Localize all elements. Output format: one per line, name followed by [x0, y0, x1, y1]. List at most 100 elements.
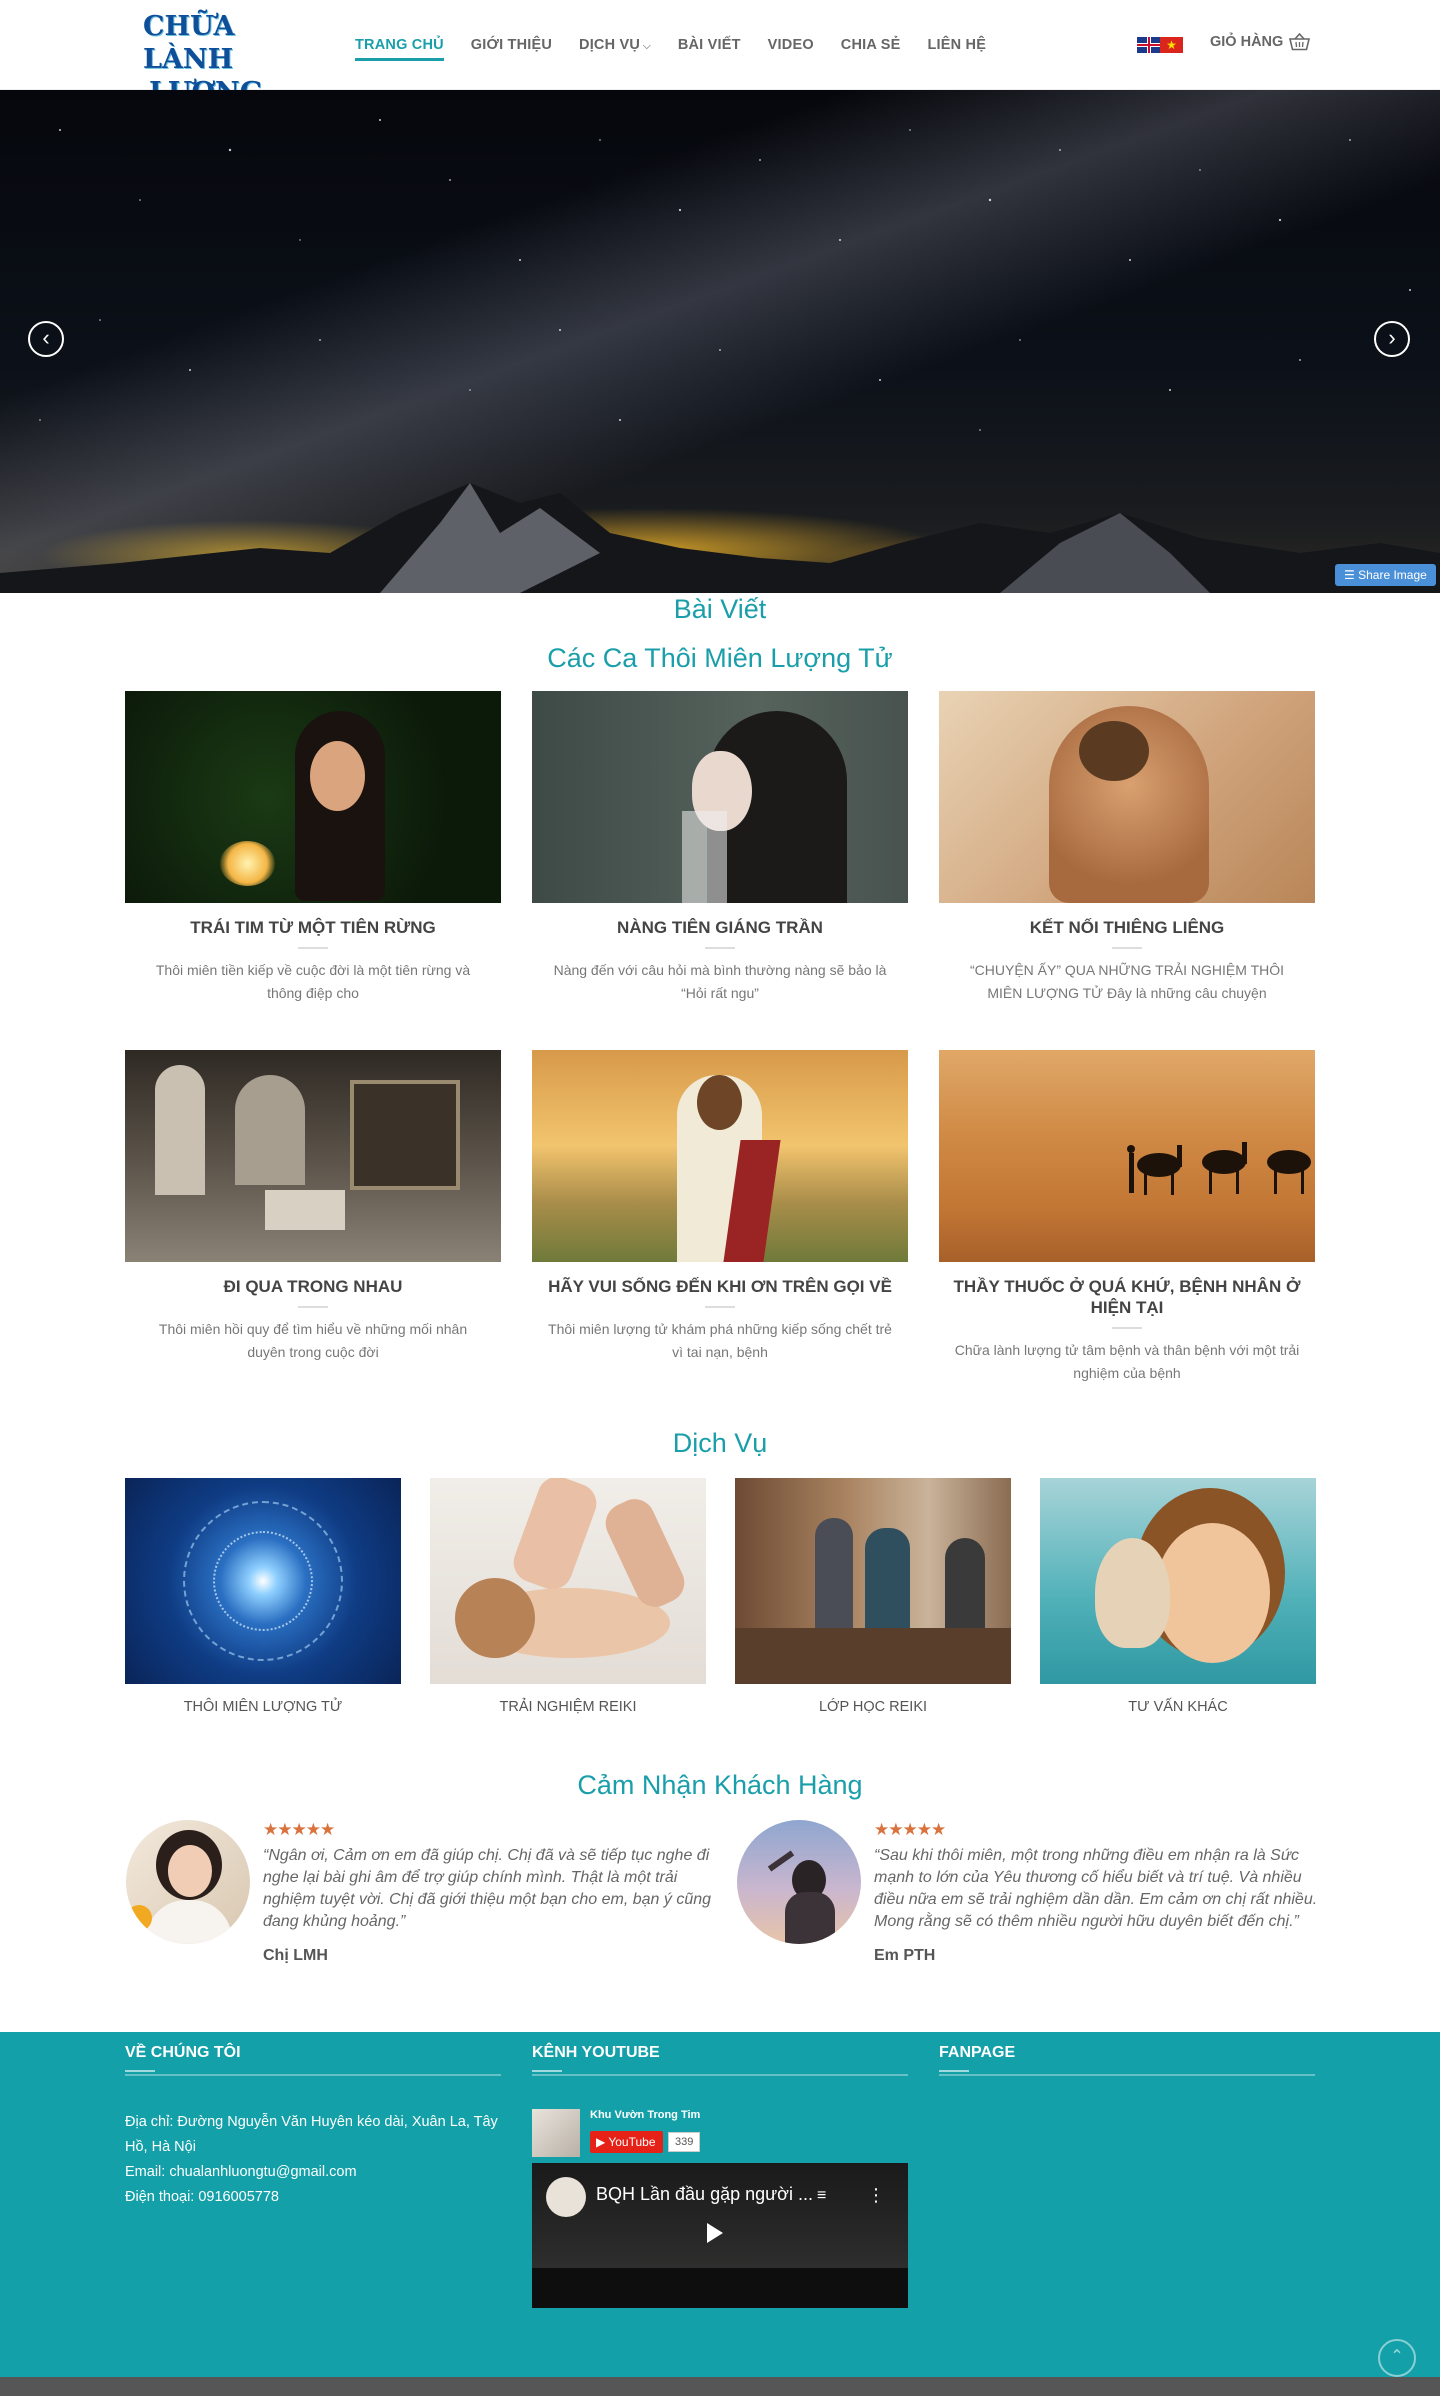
- youtube-video-embed[interactable]: BQH Lần đầu gặp người ... ≡ ⋮: [532, 2163, 908, 2308]
- chevron-left-icon[interactable]: ‹: [28, 321, 64, 357]
- site-header: CHỮA LÀNH LƯỢNG TỬ TRANG CHỦ GIỚI THIỆU …: [0, 0, 1440, 141]
- basket-icon: [1289, 33, 1311, 51]
- post-card[interactable]: TRÁI TIM TỪ MỘT TIÊN RỪNG Thôi miên tiền…: [125, 691, 501, 1005]
- post-excerpt: Thôi miên hồi quy để tìm hiểu về những m…: [158, 1321, 468, 1360]
- chevron-right-icon[interactable]: ›: [1374, 321, 1410, 357]
- rating-stars: ★★★★★: [263, 1820, 335, 1839]
- avatar: [737, 1820, 861, 1944]
- footer-fanpage: FANPAGE: [939, 2044, 1315, 2076]
- nav-item-share[interactable]: CHIA SẺ: [841, 29, 901, 61]
- subscriber-count: 339: [668, 2132, 701, 2152]
- video-title[interactable]: BQH Lần đầu gặp người ...: [596, 2184, 813, 2205]
- footer-address: Địa chỉ: Đường Nguyễn Văn Huyên kéo dài,…: [125, 2114, 498, 2155]
- youtube-channel-widget: Khu Vườn Trong Tim ▶ YouTube 339: [532, 2109, 908, 2159]
- post-title[interactable]: KẾT NỐI THIÊNG LIÊNG: [939, 917, 1315, 938]
- post-divider: [705, 947, 735, 949]
- footer-bottom-bar: [0, 2377, 1440, 2396]
- nav-item-services-label: DỊCH VỤ: [579, 37, 641, 53]
- logo-line-1: CHỮA LÀNH: [143, 11, 235, 75]
- service-card[interactable]: LỚP HỌC REIKI: [735, 1478, 1011, 1715]
- service-label[interactable]: THÔI MIÊN LƯỢNG TỬ: [125, 1699, 401, 1715]
- post-divider: [298, 1306, 328, 1308]
- post-excerpt: “CHUYỆN ẤY” QUA NHỮNG TRẢI NGHIỆM THÔI M…: [969, 962, 1285, 1001]
- footer-youtube: KÊNH YOUTUBE: [532, 2044, 908, 2076]
- post-excerpt: Chữa lành lượng tử tâm bệnh và thân bệnh…: [954, 1342, 1300, 1381]
- service-image[interactable]: [125, 1478, 401, 1684]
- layers-icon: ☰: [1344, 568, 1355, 582]
- post-image[interactable]: [125, 1050, 501, 1262]
- channel-avatar[interactable]: [532, 2109, 580, 2157]
- service-image[interactable]: [430, 1478, 706, 1684]
- post-excerpt: Nàng đến với câu hỏi mà bình thường nàng…: [553, 962, 887, 1001]
- footer-fanpage-title: FANPAGE: [939, 2044, 1315, 2076]
- share-image-button[interactable]: ☰ Share Image: [1335, 564, 1436, 586]
- channel-name[interactable]: Khu Vườn Trong Tim: [590, 2109, 700, 2121]
- footer-email[interactable]: Email: chualanhluongtu@gmail.com: [125, 2160, 501, 2185]
- main-nav: TRANG CHỦ GIỚI THIỆU DỊCH VỤ ⌵ BÀI VIẾT V…: [355, 0, 1013, 90]
- post-title[interactable]: TRÁI TIM TỪ MỘT TIÊN RỪNG: [125, 917, 501, 938]
- en-flag-icon[interactable]: [1137, 37, 1160, 53]
- post-divider: [298, 947, 328, 949]
- more-options-icon[interactable]: ⋮: [867, 2185, 885, 2206]
- post-card[interactable]: KẾT NỐI THIÊNG LIÊNG “CHUYỆN ẤY” QUA NHỮ…: [939, 691, 1315, 1005]
- vn-flag-icon[interactable]: ★: [1160, 37, 1183, 53]
- post-image[interactable]: [939, 1050, 1315, 1262]
- language-switcher: ★: [1137, 37, 1183, 53]
- service-label[interactable]: TƯ VẤN KHÁC: [1040, 1699, 1316, 1715]
- share-image-label: Share Image: [1358, 568, 1427, 582]
- service-label[interactable]: LỚP HỌC REIKI: [735, 1699, 1011, 1715]
- testimonial-author: Chị LMH: [263, 1947, 328, 1964]
- youtube-play-icon: ▶: [596, 2135, 606, 2149]
- post-image[interactable]: [939, 691, 1315, 903]
- chevron-down-icon: ⌵: [643, 41, 651, 52]
- post-title[interactable]: THẦY THUỐC Ở QUÁ KHỨ, BỆNH NHÂN Ở HIỆN T…: [939, 1276, 1315, 1318]
- footer-phone[interactable]: Điện thoại: 0916005778: [125, 2185, 501, 2210]
- testimonial-body: ★★★★★ “Sau khi thôi miên, một trong nhữn…: [874, 1820, 1327, 1965]
- avatar: [126, 1820, 250, 1944]
- service-card[interactable]: TRẢI NGHIỆM REIKI: [430, 1478, 706, 1715]
- post-image[interactable]: [532, 691, 908, 903]
- nav-item-contact[interactable]: LIÊN HỆ: [927, 29, 986, 61]
- nav-item-posts[interactable]: BÀI VIẾT: [678, 29, 741, 61]
- video-channel-avatar: [546, 2177, 586, 2217]
- playlist-icon[interactable]: ≡: [817, 2187, 826, 2205]
- cart-label: GIỎ HÀNG: [1210, 34, 1284, 50]
- post-card[interactable]: THẦY THUỐC Ở QUÁ KHỨ, BỆNH NHÂN Ở HIỆN T…: [939, 1050, 1315, 1385]
- post-title[interactable]: ĐI QUA TRONG NHAU: [125, 1276, 501, 1297]
- cart-link[interactable]: GIỎ HÀNG: [1210, 33, 1311, 51]
- youtube-subscribe-button[interactable]: ▶ YouTube: [590, 2131, 663, 2153]
- post-card[interactable]: NÀNG TIÊN GIÁNG TRẦN Nàng đến với câu hỏ…: [532, 691, 908, 1005]
- service-card[interactable]: THÔI MIÊN LƯỢNG TỬ: [125, 1478, 401, 1715]
- post-title[interactable]: NÀNG TIÊN GIÁNG TRẦN: [532, 917, 908, 938]
- nav-item-home[interactable]: TRANG CHỦ: [355, 29, 444, 61]
- site-logo[interactable]: CHỮA LÀNH LƯỢNG TỬ: [143, 10, 283, 141]
- post-divider: [1112, 1327, 1142, 1329]
- footer-youtube-title: KÊNH YOUTUBE: [532, 2044, 908, 2076]
- post-image[interactable]: [125, 691, 501, 903]
- service-image[interactable]: [735, 1478, 1011, 1684]
- service-image[interactable]: [1040, 1478, 1316, 1684]
- nav-item-services[interactable]: DỊCH VỤ ⌵: [579, 29, 651, 61]
- post-excerpt: Thôi miên tiền kiếp về cuộc đời là một t…: [155, 962, 471, 1001]
- post-title[interactable]: HÃY VUI SỐNG ĐẾN KHI ƠN TRÊN GỌI VỀ: [532, 1276, 908, 1297]
- rating-stars: ★★★★★: [874, 1820, 946, 1839]
- mountains-silhouette: [0, 483, 1440, 593]
- service-card[interactable]: TƯ VẤN KHÁC: [1040, 1478, 1316, 1715]
- nav-item-about[interactable]: GIỚI THIỆU: [471, 29, 552, 61]
- testimonial-body: ★★★★★ “Ngân ơi, Cảm ơn em đã giúp chị. C…: [263, 1820, 716, 1965]
- post-card[interactable]: HÃY VUI SỐNG ĐẾN KHI ƠN TRÊN GỌI VỀ Thôi…: [532, 1050, 908, 1364]
- testimonial-quote: “Sau khi thôi miên, một trong những điều…: [874, 1847, 1318, 1930]
- post-excerpt: Thôi miên lượng tử khám phá những kiếp s…: [548, 1321, 892, 1360]
- posts-subheading: Các Ca Thôi Miên Lượng Tử: [547, 643, 893, 673]
- testimonial-author: Em PTH: [874, 1947, 936, 1964]
- play-icon[interactable]: [707, 2223, 723, 2243]
- arrow-up-icon[interactable]: ⌃: [1378, 2339, 1416, 2377]
- post-image[interactable]: [532, 1050, 908, 1262]
- post-card[interactable]: ĐI QUA TRONG NHAU Thôi miên hồi quy để t…: [125, 1050, 501, 1364]
- post-divider: [1112, 947, 1142, 949]
- nav-item-video[interactable]: VIDEO: [768, 29, 814, 61]
- hero-slider[interactable]: ‹ › ☰ Share Image: [0, 90, 1440, 593]
- service-label[interactable]: TRẢI NGHIỆM REIKI: [430, 1699, 706, 1715]
- testimonial-quote: “Ngân ơi, Cảm ơn em đã giúp chị. Chị đã …: [263, 1847, 712, 1930]
- services-heading: Dịch Vụ: [672, 1428, 768, 1458]
